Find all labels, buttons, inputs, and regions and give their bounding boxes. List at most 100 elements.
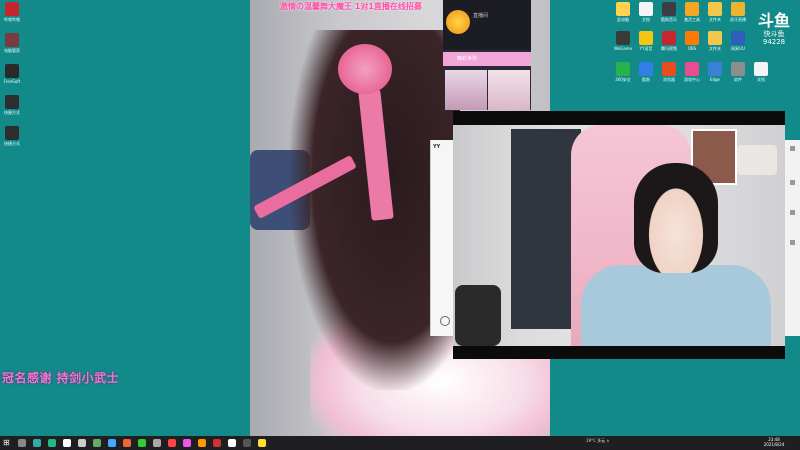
app-icon [639, 62, 653, 76]
app-icon [639, 2, 653, 16]
app-icon [662, 31, 676, 45]
photo-banner: 激情の温馨舞大魔王 1对1直播在线招募 [280, 2, 422, 11]
taskbar-app-icon[interactable] [198, 439, 206, 447]
desktop-icon[interactable]: 快捷方式 [1, 126, 23, 146]
live-app-panel[interactable]: 直播间 精彩世界 [443, 0, 531, 110]
taskbar-app-icon[interactable] [153, 439, 161, 447]
taskbar-app-icon[interactable] [243, 439, 251, 447]
desktop-icon[interactable]: WeGame [612, 31, 634, 51]
panel-strip[interactable]: 精彩世界 [443, 52, 531, 66]
taskbar-app-icon[interactable] [168, 439, 176, 447]
desktop-icon-label: 网易UU [731, 46, 745, 51]
app-icon [616, 31, 630, 45]
widget-label: 快斗鱼 [763, 30, 785, 38]
desktop-icon[interactable]: 酷狗 [635, 62, 657, 82]
side-window[interactable] [785, 140, 800, 336]
desktop-icon[interactable]: 激活工具 [681, 2, 703, 22]
desktop-icon-label: 软件 [734, 77, 742, 82]
desktop-icon-label: 浏览器 [663, 77, 675, 82]
desktop-icon[interactable]: 网易UU [727, 31, 749, 51]
yy-window[interactable]: YY [430, 140, 455, 336]
toolbar-icon[interactable] [790, 210, 795, 215]
desktop-icon[interactable]: 文档 [635, 2, 657, 22]
app-icon [685, 31, 699, 45]
taskbar-app-icon[interactable] [123, 439, 131, 447]
desktop-icon[interactable]: 浏览器 [658, 62, 680, 82]
yy-logo: YY [433, 144, 441, 150]
taskbar-app-icon[interactable] [78, 439, 86, 447]
desktop-icon-label: OBS [687, 46, 697, 51]
douyu-widget[interactable]: 斗鱼 快斗鱼 94228 [752, 4, 796, 54]
taskbar-app-icon[interactable] [258, 439, 266, 447]
taskbar: ⊞ 19°C 多云 ∧ 23:48 2021/8/24 [0, 436, 800, 450]
desktop-icon[interactable]: Edge [704, 62, 726, 82]
video-lamp [737, 145, 777, 175]
app-icon [685, 62, 699, 76]
app-icon [5, 126, 19, 140]
desktop-icon-label: 文件夹 [709, 46, 721, 51]
desktop-icon[interactable]: 文件夹 [704, 2, 726, 22]
desktop-icon[interactable]: 文档 [750, 62, 772, 82]
desktop-icon-label: 腾讯视频 [661, 46, 677, 51]
taskbar-app-icon[interactable] [93, 439, 101, 447]
taskbar-app-icon[interactable] [108, 439, 116, 447]
desktop-icon-label: 文件夹 [709, 17, 721, 22]
desktop-icon[interactable]: 酷狗音乐 [658, 2, 680, 22]
app-icon [685, 2, 699, 16]
desktop-icon[interactable]: YY语音 [635, 31, 657, 51]
panel-thumbnail[interactable] [445, 70, 487, 110]
desktop-icon-label: 电脑管家 [4, 48, 20, 53]
desktop-icon[interactable]: 此电脑 [612, 2, 634, 22]
desktop-icon[interactable]: 文件夹 [704, 31, 726, 51]
start-button[interactable]: ⊞ [3, 439, 10, 447]
desktop-icon-label: YY语音 [639, 46, 653, 51]
taskbar-app-icon[interactable] [183, 439, 191, 447]
desktop-icon-label: 虎牙直播 [730, 17, 746, 22]
desktop: 哔哩哔哩 电脑管家 FreeSoft 快捷方式 快捷方式 此电脑 文档 酷狗音乐 激活工具 文件… [0, 0, 800, 436]
app-icon [708, 2, 722, 16]
desktop-icon[interactable]: 360安全 [612, 62, 634, 82]
stream-video[interactable] [453, 125, 785, 346]
desktop-icon-label: 哔哩哔哩 [4, 17, 20, 22]
desktop-icon[interactable]: 游戏中心 [681, 62, 703, 82]
desktop-icon-label: 激活工具 [684, 17, 700, 22]
toolbar-icon[interactable] [790, 240, 795, 245]
desktop-icon[interactable]: 虎牙直播 [727, 2, 749, 22]
panel-name: 直播间 [473, 13, 489, 19]
desktop-icon[interactable]: 哔哩哔哩 [1, 2, 23, 22]
toolbar-icon[interactable] [790, 180, 795, 185]
taskbar-app-icon[interactable] [63, 439, 71, 447]
desktop-icon-label: 酷狗音乐 [661, 17, 677, 22]
app-icon [662, 62, 676, 76]
panel-thumbnail[interactable] [488, 70, 530, 110]
taskbar-app-icon[interactable] [33, 439, 41, 447]
taskbar-app-icon[interactable] [18, 439, 26, 447]
taskbar-app-icon[interactable] [228, 439, 236, 447]
close-icon[interactable] [790, 146, 795, 151]
app-icon [616, 62, 630, 76]
desktop-icon[interactable]: 快捷方式 [1, 95, 23, 115]
taskbar-clock[interactable]: 23:48 2021/8/24 [762, 437, 786, 447]
photo-flower-ornament [338, 44, 392, 94]
desktop-icon[interactable]: 软件 [727, 62, 749, 82]
desktop-icon[interactable]: OBS [681, 31, 703, 51]
taskbar-app-icon[interactable] [48, 439, 56, 447]
app-icon [708, 31, 722, 45]
desktop-icon[interactable]: 电脑管家 [1, 33, 23, 53]
system-tray-weather[interactable]: 19°C 多云 ∧ [586, 438, 609, 444]
app-icon [5, 2, 19, 16]
record-icon[interactable] [440, 316, 450, 326]
taskbar-app-icon[interactable] [213, 439, 221, 447]
desktop-icon-label: 360安全 [615, 77, 631, 82]
desktop-icon-label: 文档 [642, 17, 650, 22]
app-icon [5, 64, 19, 78]
desktop-icon-label: 此电脑 [617, 17, 629, 22]
panel-avatar[interactable] [446, 10, 470, 34]
desktop-icon[interactable]: 腾讯视频 [658, 31, 680, 51]
taskbar-app-icon[interactable] [138, 439, 146, 447]
desktop-icon[interactable]: FreeSoft [1, 64, 23, 84]
stream-video-window[interactable] [453, 111, 785, 359]
sponsor-overlay-text: 冠名感谢 持剑小武士 [2, 371, 120, 385]
widget-number: 94228 [762, 38, 786, 46]
app-icon [616, 2, 630, 16]
